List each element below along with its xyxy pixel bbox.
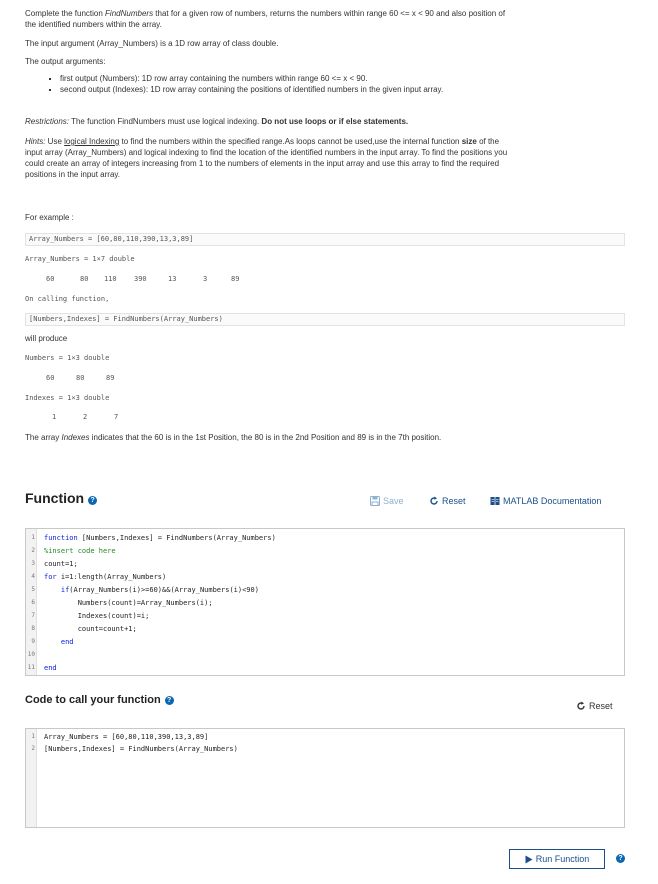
code-line: count=1; [44,560,78,568]
example-command-1: Array_Numbers = [60,80,110,390,13,3,89] [25,233,625,246]
reset-icon [577,701,585,710]
reset-button[interactable]: Reset [429,496,466,506]
intro-line-2: the identified numbers within the array. [25,20,162,29]
example-output-3: Indexes = 1×3 double [25,394,110,402]
line-number: 11 [27,664,35,671]
code-line: if(Array_Numbers(i)>=60)&&(Array_Numbers… [60,586,259,594]
code-line: %insert code here [44,547,116,555]
code-line: function [Numbers,Indexes] = FindNumbers… [44,534,276,542]
matlab-documentation-link[interactable]: MATLAB Documentation [490,496,601,506]
line-number: 10 [27,651,35,658]
value-cell: 110 [104,275,117,283]
example-command-1-text: Array_Numbers = [60,80,110,390,13,3,89] [29,235,194,243]
restrictions-text: Restrictions: The function FindNumbers m… [25,117,409,126]
reset-label: Reset [442,496,466,506]
function-heading: Function? [25,490,98,506]
output-bullet-2: second output (Indexes): 1D row array co… [60,84,443,95]
help-icon[interactable]: ? [88,496,98,505]
code-line: Indexes(count)=i; [44,612,150,620]
help-icon[interactable]: ? [164,696,174,705]
save-label: Save [383,496,404,506]
value-cell: 89 [231,275,240,283]
intro-line-1: Complete the function FindNumbers that f… [25,9,506,18]
value-cell: 60 [46,374,55,382]
example-output-1: Array_Numbers = 1×7 double [25,255,135,263]
output-list: first output (Numbers): 1D row array con… [48,73,443,95]
value-cell: 60 [46,275,55,283]
value-cell: 3 [203,275,208,283]
save-button[interactable]: Save [370,496,404,506]
hints-line-2: input array (Array_Numbers) and logical … [25,148,508,157]
code-line: Numbers(count)=Array_Numbers(i); [44,599,213,607]
help-icon[interactable]: ? [616,854,625,863]
call-code-editor[interactable]: 1 Array_Numbers = [60,80,110,390,13,3,89]… [25,728,625,828]
code-line: Array_Numbers = [60,80,110,390,13,3,89] [44,733,209,741]
value-cell: 80 [76,374,85,382]
line-number: 1 [31,733,35,740]
call-reset-button[interactable]: Reset [576,701,613,711]
value-cell: 13 [168,275,177,283]
matlab-documentation-label: MATLAB Documentation [503,496,602,506]
output-arguments-text: The output arguments: [25,57,106,66]
value-cell: 2 [83,413,88,421]
line-number: 2 [31,745,35,752]
call-reset-label: Reset [589,701,613,711]
code-line: end [60,638,74,646]
call-code-heading: Code to call your function? [25,694,174,706]
example-heading: For example : [25,213,74,222]
example-output-2: Numbers = 1×3 double [25,354,110,362]
line-number: 5 [31,586,35,593]
play-icon [525,855,533,863]
value-cell: 89 [106,374,115,382]
code-line: count=count+1; [44,625,137,633]
input-argument-text: The input argument (Array_Numbers) is a … [25,39,279,48]
code-line: for i=1:length(Array_Numbers) [44,573,167,581]
line-number: 3 [31,560,35,567]
explanation-text: The array Indexes indicates that the 60 … [25,433,442,442]
line-number: 7 [31,612,35,619]
value-cell: 390 [134,275,147,283]
example-command-2: [Numbers,Indexes] = FindNumbers(Array_Nu… [25,313,625,326]
line-number: 4 [31,573,35,580]
line-number: 8 [31,625,35,632]
save-icon [370,496,380,506]
hints-line-4: positions in the input array. [25,170,121,179]
example-command-2-text: [Numbers,Indexes] = FindNumbers(Array_Nu… [29,315,223,323]
function-code-editor[interactable]: 1 function [Numbers,Indexes] = FindNumber… [25,528,625,676]
hints-line-3: could create an array of integers increa… [25,159,500,168]
run-function-button[interactable]: Run Function [509,849,605,869]
will-produce-text: will produce [25,334,68,343]
line-number: 6 [31,599,35,606]
reset-icon [430,496,438,505]
code-line: end [44,664,57,672]
value-cell: 1 [52,413,57,421]
value-cell: 80 [80,275,89,283]
line-number: 9 [31,638,35,645]
logical-indexing-link[interactable]: logical Indexing [64,137,119,146]
value-cell: 7 [114,413,119,421]
hints-line-1: Hints: Use logical Indexing to find the … [25,137,500,146]
on-calling-text: On calling function, [25,295,110,303]
line-number: 1 [31,534,35,541]
line-number: 2 [31,547,35,554]
book-icon [490,497,500,505]
line-number-gutter [26,729,37,827]
run-function-label: Run Function [535,854,590,864]
code-line: [Numbers,Indexes] = FindNumbers(Array_Nu… [44,745,238,753]
output-bullet-1: first output (Numbers): 1D row array con… [60,73,443,84]
